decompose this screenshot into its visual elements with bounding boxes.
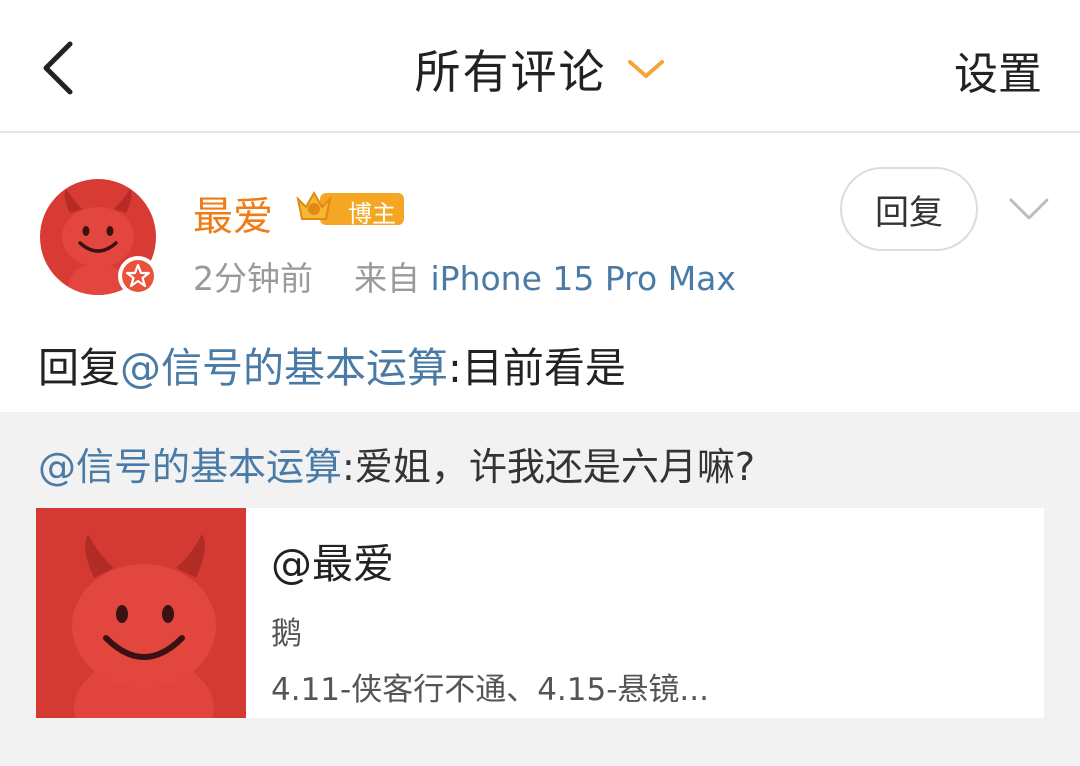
comment-body: 回复@信号的基本运算:目前看是 — [38, 334, 626, 394]
blogger-badge: 博主 — [294, 187, 406, 229]
card-title: @最爱 — [271, 540, 394, 588]
device-name: iPhone 15 Pro Max — [430, 259, 736, 298]
card-description: 4.11-侠客行不通、4.15-悬镜... — [271, 672, 709, 708]
comment-meta: 2分钟前 来自 iPhone 15 Pro Max — [193, 252, 736, 300]
card-thumbnail — [36, 508, 246, 718]
quoted-text: :爱姐，许我还是六月嘛? — [342, 445, 755, 489]
username[interactable]: 最爱 — [193, 184, 273, 242]
comment-filter-dropdown[interactable]: 所有评论 — [0, 36, 1080, 100]
chevron-down-icon — [627, 60, 664, 78]
comment-mention-link[interactable]: @信号的基本运算 — [120, 344, 448, 392]
comment-text-suffix: :目前看是 — [448, 344, 626, 392]
comment-text-prefix: 回复 — [38, 344, 120, 392]
source-prefix: 来自 — [354, 259, 420, 298]
page-title: 所有评论 — [414, 45, 607, 99]
quoted-mention-link[interactable]: @信号的基本运算 — [38, 445, 342, 489]
comment-time: 2分钟前 — [193, 259, 313, 298]
more-chevron-icon[interactable] — [1006, 192, 1052, 226]
quoted-comment-text: @信号的基本运算:爱姐，许我还是六月嘛? — [38, 436, 755, 491]
blogger-badge-label: 博主 — [348, 200, 396, 228]
top-navigation-bar: 所有评论 设置 — [0, 0, 1080, 133]
card-subtitle: 鹅 — [271, 616, 302, 652]
reply-button[interactable]: 回复 — [840, 167, 978, 251]
settings-button[interactable]: 设置 — [954, 38, 1042, 102]
verified-badge-icon — [118, 256, 158, 296]
